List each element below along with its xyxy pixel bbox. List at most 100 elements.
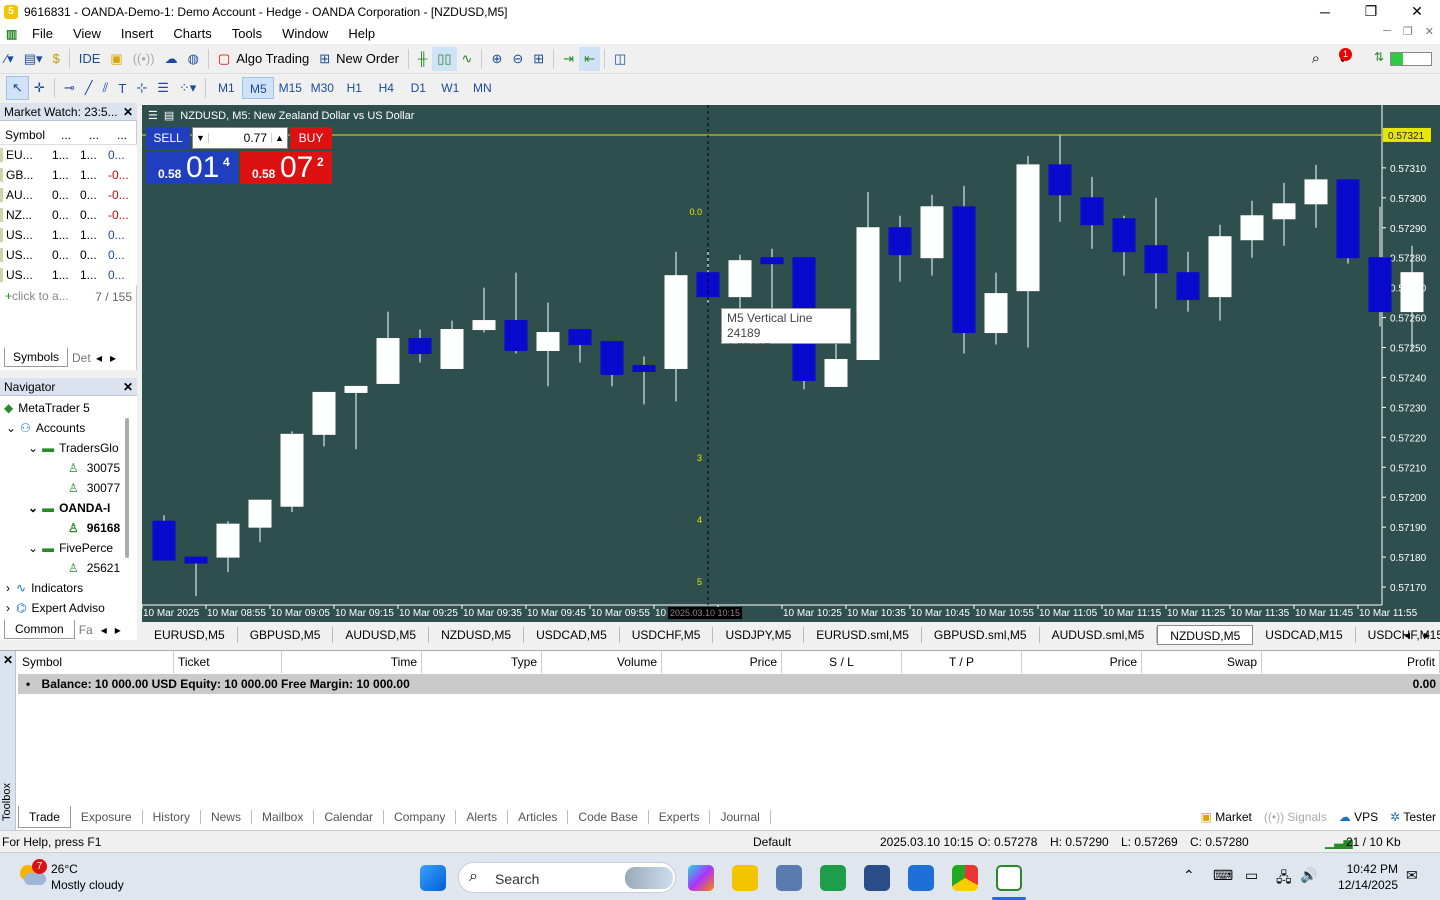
menu-window[interactable]: Window <box>272 26 338 41</box>
close-icon[interactable]: ✕ <box>123 378 133 396</box>
market-watch-row[interactable]: US... 1... 1... 0... <box>0 265 137 285</box>
tf-m5[interactable]: M5 <box>242 77 275 99</box>
add-symbol-row[interactable]: + click to a... 7 / 155 <box>0 287 137 307</box>
menu-view[interactable]: View <box>63 26 111 41</box>
tester-link[interactable]: ✲ Tester <box>1390 810 1436 824</box>
bar-chart-icon[interactable]: ╫ <box>413 47 432 71</box>
templates-icon[interactable]: ▤▾ <box>19 47 48 71</box>
volume-field[interactable]: ▼ 0.77 ▲ <box>192 127 288 149</box>
tf-h1[interactable]: H1 <box>338 77 370 99</box>
row-symbol[interactable]: GB... <box>0 168 52 182</box>
volume-down-icon[interactable]: ▼ <box>193 133 209 143</box>
nav-account-25621[interactable]: ♙ 25621 <box>68 558 120 578</box>
market-watch-row[interactable]: GB... 1... 1... -0... <box>0 165 137 185</box>
signal-icon[interactable]: ((•)) <box>128 47 160 71</box>
sell-button[interactable]: SELL <box>146 127 190 149</box>
weather-desc[interactable]: Mostly cloudy <box>51 878 124 892</box>
col-change[interactable]: ... <box>108 128 136 142</box>
tab-articles[interactable]: Articles <box>508 810 569 824</box>
trade-col-header[interactable]: Profit <box>1262 651 1440 673</box>
tab-company[interactable]: Company <box>384 810 457 824</box>
line-icon[interactable]: ∿ <box>457 47 478 71</box>
market-watch-row[interactable]: US... 1... 1... 0... <box>0 225 137 245</box>
chart-tab[interactable]: USDCHF,M5 <box>620 627 714 643</box>
app-chat-icon[interactable] <box>908 865 934 891</box>
chevron-up-icon[interactable]: ⌃ <box>1183 867 1195 884</box>
buy-price-box[interactable]: 0.58 07 2 <box>240 151 332 184</box>
menu-tools[interactable]: Tools <box>222 26 272 41</box>
close-button[interactable]: ✕ <box>1394 0 1440 23</box>
bag-icon[interactable]: ▣ <box>105 47 127 71</box>
signals-link[interactable]: ((•)) Signals <box>1264 810 1327 824</box>
tf-m30[interactable]: M30 <box>306 77 338 99</box>
search-icon[interactable]: ⌕ <box>1312 50 1320 67</box>
status-profile[interactable]: Default <box>753 835 791 849</box>
search-box[interactable]: ⌕ Search <box>458 862 676 893</box>
nav-expert-advisors[interactable]: › ⌬ Expert Adviso <box>6 598 120 618</box>
menu-help[interactable]: Help <box>338 26 385 41</box>
keyboard-icon[interactable]: ⌨ <box>1213 867 1233 884</box>
tabs-scroll-right-icon[interactable]: ▸ <box>1424 628 1430 642</box>
scroll-icon[interactable]: ⇥ <box>558 47 579 71</box>
nav-account-9616831[interactable]: ♙ 96168 <box>68 518 120 538</box>
clock-date[interactable]: 12/14/2025 <box>1334 878 1398 892</box>
trade-col-header[interactable]: Time <box>282 651 422 673</box>
text-icon[interactable]: T <box>113 76 131 100</box>
chart-tab[interactable]: USDJPY,M5 <box>713 627 805 643</box>
metatrader-icon[interactable] <box>996 865 1022 891</box>
trade-col-header[interactable]: T / P <box>902 651 1022 673</box>
row-symbol[interactable]: AU... <box>0 188 52 202</box>
clock-time[interactable]: 10:42 PM <box>1340 862 1398 876</box>
scroll-left-icon[interactable]: ◂ <box>96 351 102 365</box>
chrome-icon[interactable] <box>952 865 978 891</box>
nav-indicators[interactable]: › ∿ Indicators <box>6 578 83 598</box>
chart-tab[interactable]: USDCAD,M15 <box>1253 627 1356 643</box>
zoom-out-icon[interactable]: ⊖ <box>507 47 528 71</box>
trade-col-header[interactable]: Ticket <box>174 651 282 673</box>
tf-mn[interactable]: MN <box>466 77 498 99</box>
tf-w1[interactable]: W1 <box>434 77 466 99</box>
col-bid[interactable]: ... <box>52 128 80 142</box>
tf-m15[interactable]: M15 <box>274 77 306 99</box>
chart-tab-active[interactable]: NZDUSD,M5 <box>1157 625 1254 645</box>
market-watch-row[interactable]: EU... 1... 1... 0... <box>0 145 137 165</box>
tab-experts[interactable]: Experts <box>649 810 711 824</box>
nav-accounts[interactable]: ⌄ ⚇ Accounts <box>6 418 85 438</box>
crosshair-icon[interactable]: ✛ <box>29 76 50 100</box>
chart-window[interactable]: 0.573100.573000.572900.572800.572700.572… <box>142 105 1440 622</box>
market-watch-row[interactable]: NZ... 0... 0... -0... <box>0 205 137 225</box>
tab-symbols[interactable]: Symbols <box>4 348 69 367</box>
mdi-minimize-icon[interactable]: ─ <box>1383 25 1391 38</box>
app-green-icon[interactable] <box>820 865 846 891</box>
menu-charts[interactable]: Charts <box>163 26 221 41</box>
nav-tradersglobal[interactable]: ⌄ ▬ TradersGlo <box>28 438 120 458</box>
autoscroll-icon[interactable]: ⇤ <box>579 46 600 71</box>
calculator-icon[interactable] <box>776 865 802 891</box>
row-symbol[interactable]: NZ... <box>0 208 52 222</box>
close-icon[interactable]: ✕ <box>123 103 133 121</box>
maximize-button[interactable]: ❐ <box>1348 0 1394 23</box>
market-watch-row[interactable]: US... 0... 0... 0... <box>0 245 137 265</box>
cursor-icon[interactable]: ↖ <box>6 76 29 100</box>
chart-tab[interactable]: AUDUSD,M5 <box>333 627 430 643</box>
buy-button[interactable]: BUY <box>290 127 332 149</box>
trade-col-header[interactable]: Swap <box>1142 651 1262 673</box>
row-symbol[interactable]: US... <box>0 268 52 282</box>
trade-col-header[interactable]: Volume <box>542 651 662 673</box>
tile-icon[interactable]: ⊞ <box>528 47 549 71</box>
row-symbol[interactable]: EU... <box>0 148 52 162</box>
hline-icon[interactable]: ⊸ <box>59 76 80 100</box>
menu-insert[interactable]: Insert <box>111 26 164 41</box>
nav-fivepercent[interactable]: ⌄ ▬ FivePerce <box>28 538 120 558</box>
mdi-close-icon[interactable]: ✕ <box>1425 25 1434 38</box>
tab-exposure[interactable]: Exposure <box>71 810 143 824</box>
channel-icon[interactable]: ⫽ <box>98 76 114 100</box>
nav-metatrader[interactable]: ◆ MetaTrader 5 <box>4 398 90 418</box>
nav-account-30077[interactable]: ♙ 30077 <box>68 478 120 498</box>
mdi-restore-icon[interactable]: ❐ <box>1403 25 1413 38</box>
windows-start-icon[interactable] <box>420 865 446 891</box>
tab-news[interactable]: News <box>201 810 252 824</box>
tab-details[interactable]: Det <box>68 349 94 367</box>
vline-icon[interactable]: ⊹ <box>131 76 152 100</box>
tab-common[interactable]: Common <box>4 620 75 639</box>
